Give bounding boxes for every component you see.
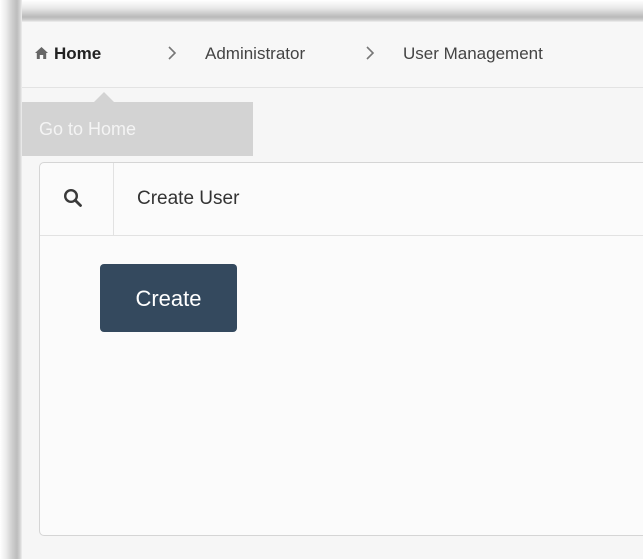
breadcrumb-item-home[interactable]: Home: [34, 44, 101, 64]
breadcrumb-label-home: Home: [54, 44, 102, 63]
screenshot-frame: Home Administrator User Management Go to…: [0, 0, 643, 559]
breadcrumb-item-administrator[interactable]: Administrator: [205, 44, 305, 64]
home-icon: [35, 47, 48, 59]
panel-header: Create User: [40, 163, 643, 236]
chevron-right-icon: [366, 46, 375, 60]
search-button[interactable]: [40, 163, 114, 235]
panel-title: Create User: [137, 188, 240, 209]
page-content: Home Administrator User Management Go to…: [22, 22, 643, 559]
home-tooltip: Go to Home: [22, 102, 253, 156]
create-button[interactable]: Create: [100, 264, 237, 332]
breadcrumb-item-user-management[interactable]: User Management: [403, 44, 543, 64]
breadcrumb: Home Administrator User Management: [22, 22, 643, 88]
chevron-right-icon: [168, 46, 177, 60]
create-user-panel: Create User Create: [39, 162, 643, 536]
tooltip-arrow: [94, 92, 114, 102]
window-shadow-left: [0, 0, 22, 559]
window-shadow-top: [0, 0, 643, 22]
search-icon: [63, 188, 82, 207]
